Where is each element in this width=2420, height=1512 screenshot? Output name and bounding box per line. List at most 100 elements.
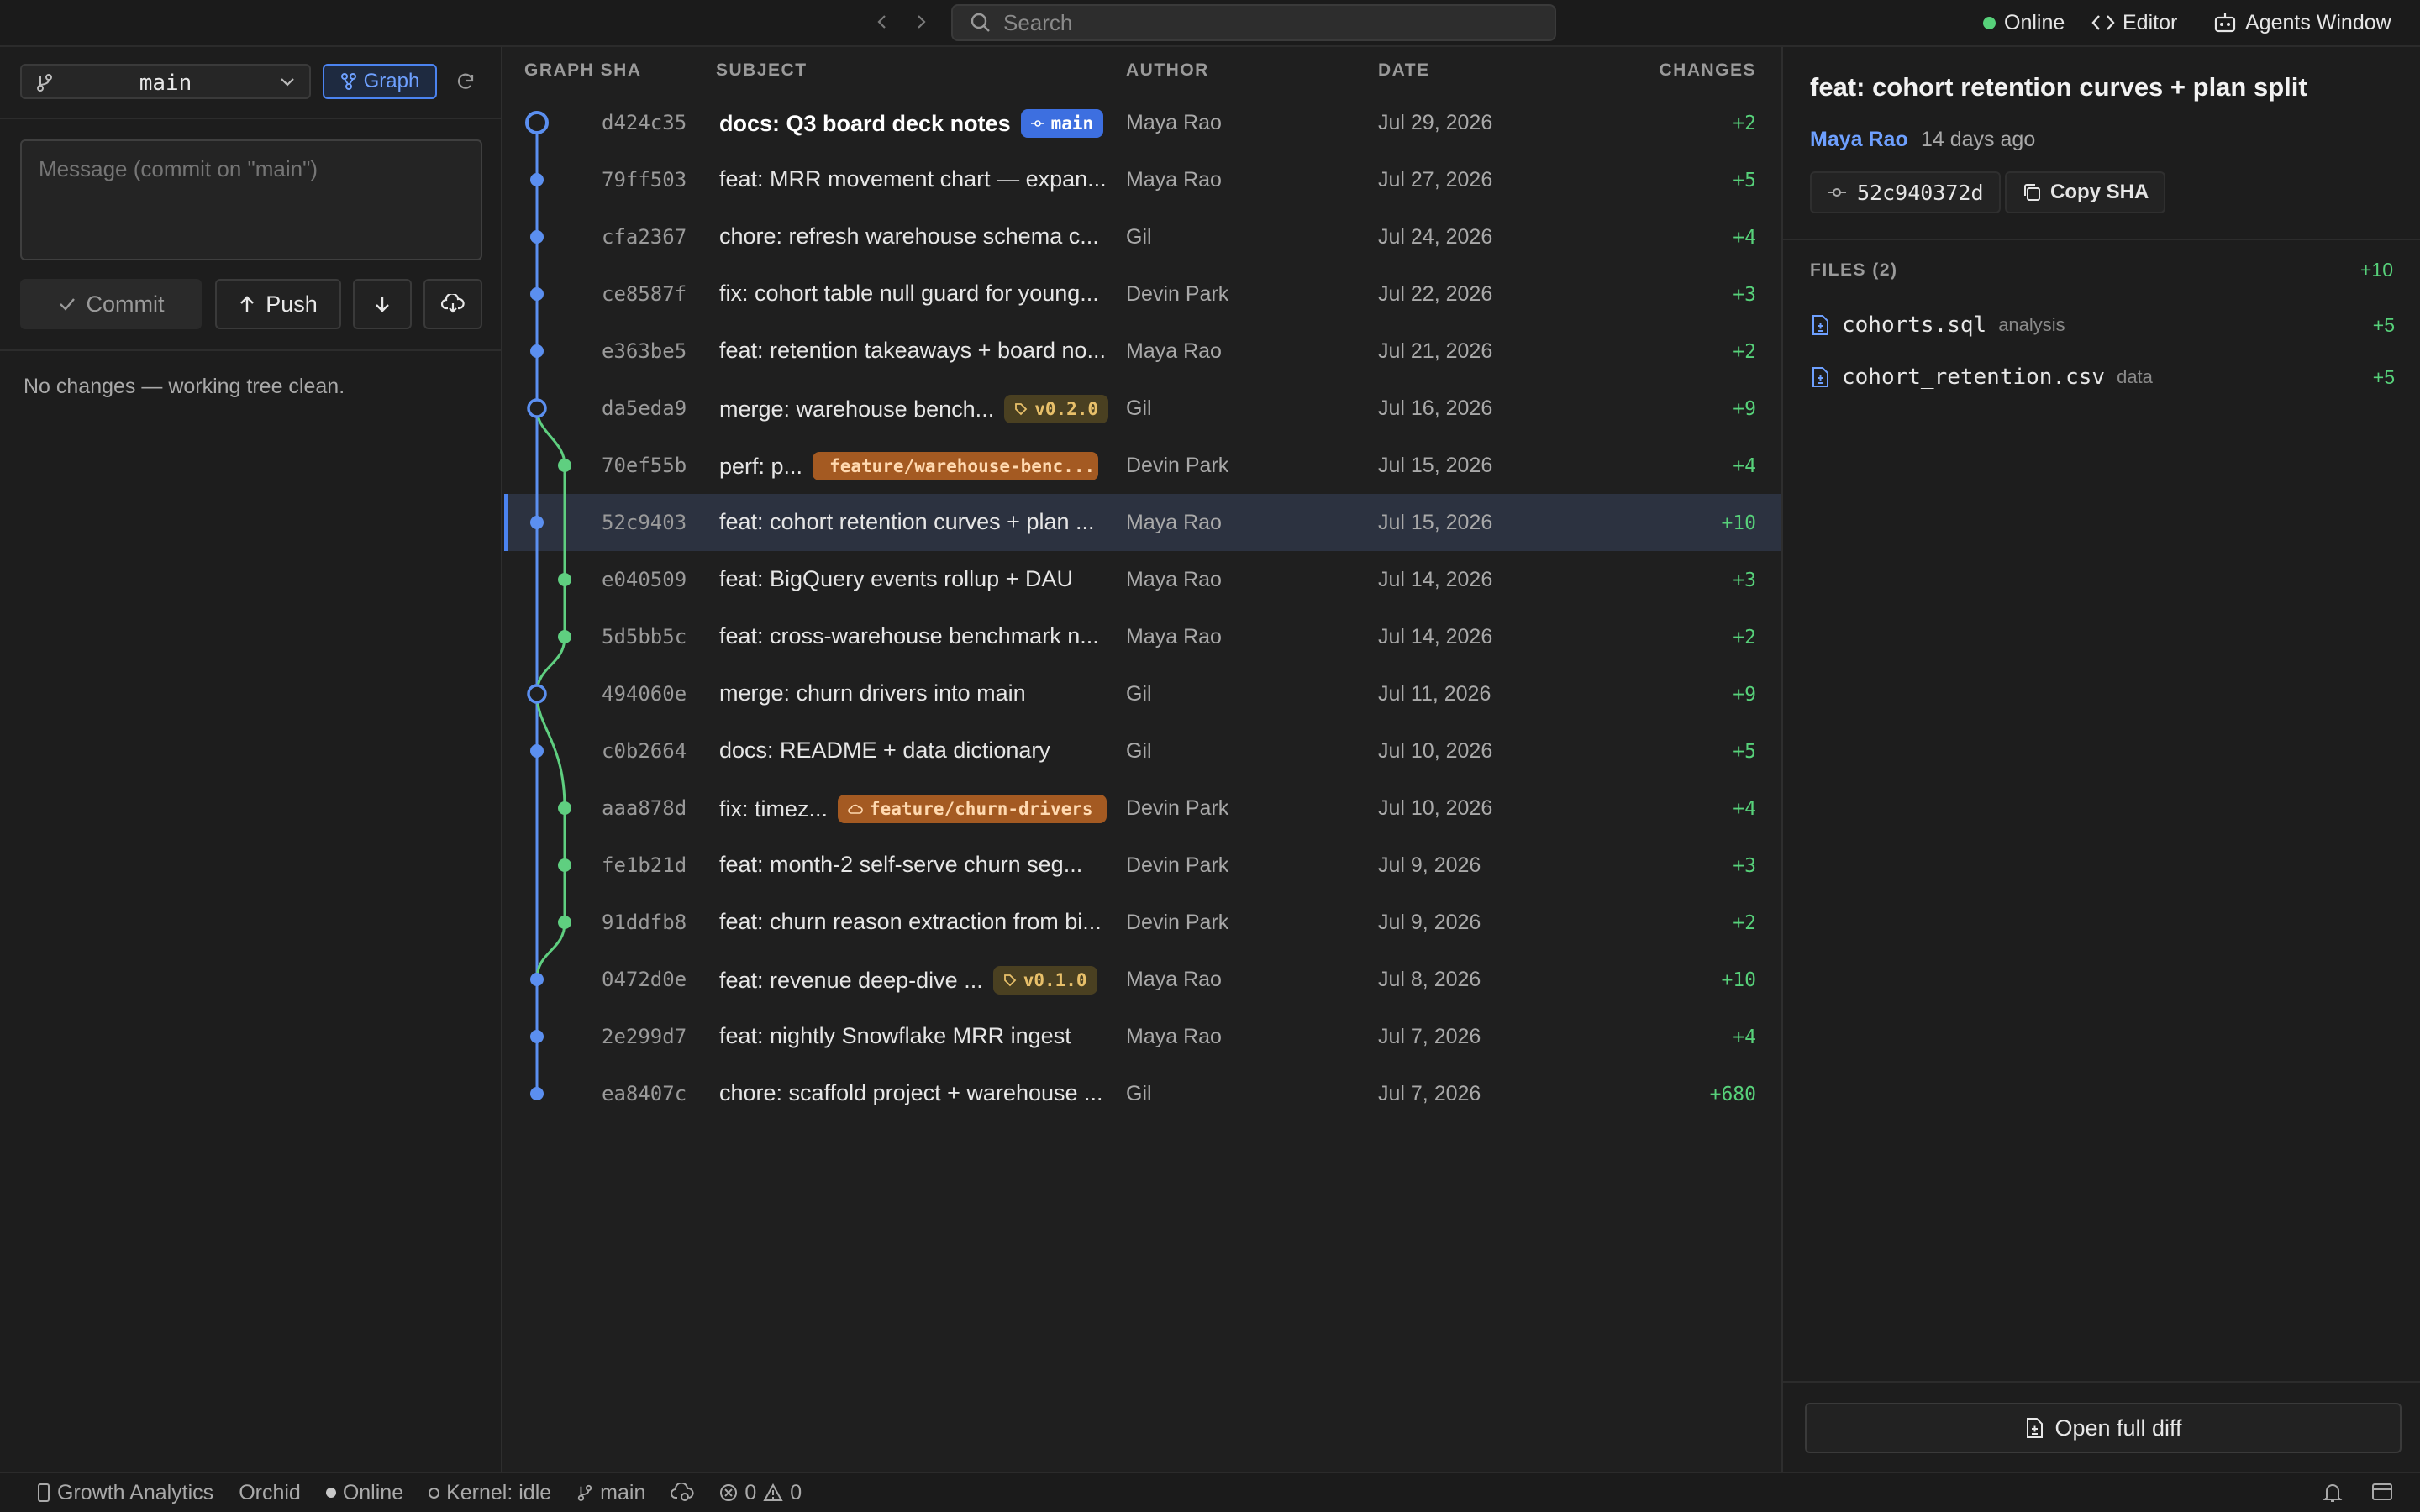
pull-button[interactable]	[353, 279, 412, 329]
commit-node[interactable]	[558, 573, 571, 586]
connection-status[interactable]: Online	[325, 1481, 403, 1505]
branch-head-badge[interactable]: main	[1020, 109, 1104, 138]
file-item[interactable]: cohorts.sql analysis +5	[1810, 304, 2395, 346]
commit-node[interactable]	[530, 1030, 544, 1043]
table-row[interactable]: ea8407c chore: scaffold project + warehou…	[504, 1065, 1781, 1122]
table-header: GRAPH SHA SUBJECT AUTHOR DATE CHANGES	[504, 47, 1781, 94]
commit-node[interactable]	[530, 344, 544, 358]
col-graph-sha[interactable]: GRAPH SHA	[524, 60, 642, 81]
col-date[interactable]: DATE	[1378, 60, 1430, 81]
forward-button[interactable]	[906, 7, 936, 37]
commit-node[interactable]	[558, 630, 571, 643]
graph-toggle-button[interactable]: Graph	[323, 64, 437, 99]
branch-indicator[interactable]: main	[576, 1481, 645, 1505]
fetch-button[interactable]	[424, 279, 482, 329]
layout-toggle-button[interactable]	[2371, 1482, 2393, 1508]
kernel-status[interactable]: Kernel: idle	[429, 1481, 551, 1505]
commit-subject-cell: feat: revenue deep-dive ... v0.1.0	[719, 966, 1114, 995]
open-full-diff-button[interactable]: Open full diff	[1805, 1403, 2402, 1453]
table-row[interactable]: cfa2367 chore: refresh warehouse schema c…	[504, 208, 1781, 265]
commit-icon	[1030, 120, 1044, 127]
table-row[interactable]: aaa878d fix: timez... feature/churn-driver…	[504, 780, 1781, 837]
table-row[interactable]: 0472d0e feat: revenue deep-dive ... v0.1.0…	[504, 951, 1781, 1008]
commit-subject-cell: fix: cohort table null guard for young..…	[719, 281, 1114, 307]
commit-sha-cell: 91ddfb8	[602, 911, 687, 934]
table-row[interactable]: e363be5 feat: retention takeaways + board…	[504, 323, 1781, 380]
table-row[interactable]: c0b2664 docs: README + data dictionary Gil…	[504, 722, 1781, 780]
commit-changes-cell: +3	[1733, 855, 1756, 877]
refresh-button[interactable]	[449, 64, 482, 99]
commit-graph-panel: GRAPH SHA SUBJECT AUTHOR DATE CHANGES d4…	[504, 47, 1781, 1472]
project-indicator[interactable]: Growth Analytics	[37, 1481, 213, 1505]
commit-node[interactable]	[527, 398, 547, 418]
sync-indicator[interactable]	[671, 1483, 694, 1503]
commit-changes-cell: +3	[1733, 570, 1756, 591]
commit-node[interactable]	[527, 684, 547, 704]
table-row[interactable]: da5eda9 merge: warehouse bench... v0.2.0 Gi…	[504, 380, 1781, 437]
push-button[interactable]: Push	[215, 279, 341, 329]
col-author[interactable]: AUTHOR	[1126, 60, 1209, 81]
table-row[interactable]: fe1b21d feat: month-2 self-serve churn se…	[504, 837, 1781, 894]
branch-badge[interactable]: feature/churn-drivers	[838, 795, 1107, 823]
commit-changes-cell: +5	[1733, 170, 1756, 192]
commit-node[interactable]	[558, 916, 571, 929]
commit-date-cell: Jul 16, 2026	[1378, 396, 1493, 420]
table-row[interactable]: e040509 feat: BigQuery events rollup + DA…	[504, 551, 1781, 608]
file-item[interactable]: cohort_retention.csv data +5	[1810, 356, 2395, 398]
table-row[interactable]: ce8587f fix: cohort table null guard for …	[504, 265, 1781, 323]
commit-node[interactable]	[530, 516, 544, 529]
commit-subject: feat: MRR movement chart — expan...	[719, 166, 1107, 192]
commit-button[interactable]: Commit	[20, 279, 202, 329]
table-row[interactable]: 79ff503 feat: MRR movement chart — expan.…	[504, 151, 1781, 208]
tag-badge[interactable]: v0.2.0	[1004, 395, 1109, 423]
commit-node[interactable]	[530, 287, 544, 301]
table-row[interactable]: 70ef55b perf: p... feature/warehouse-benc.…	[504, 437, 1781, 494]
commit-node[interactable]	[530, 1087, 544, 1100]
search-input[interactable]: Search	[951, 4, 1556, 41]
branch-badge[interactable]: feature/warehouse-benc...	[813, 452, 1099, 480]
search-icon	[971, 13, 990, 32]
table-row[interactable]: 2e299d7 feat: nightly Snowflake MRR inges…	[504, 1008, 1781, 1065]
commit-icon	[1828, 188, 1846, 197]
commit-node[interactable]	[530, 230, 544, 244]
branch-select[interactable]: main	[20, 64, 311, 99]
table-row[interactable]: 52c9403 feat: cohort retention curves + p…	[504, 494, 1781, 551]
kernel-circle-icon	[429, 1487, 440, 1499]
commit-author[interactable]: Maya Rao	[1810, 128, 1908, 152]
commit-node[interactable]	[558, 459, 571, 472]
notifications-button[interactable]	[2323, 1482, 2343, 1509]
table-row[interactable]: 494060e merge: churn drivers into main Gil…	[504, 665, 1781, 722]
commit-changes-cell: +4	[1733, 798, 1756, 820]
commit-node[interactable]	[530, 973, 544, 986]
commit-subject: docs: README + data dictionary	[719, 738, 1050, 763]
commit-author-cell: Gil	[1126, 225, 1152, 249]
tag-badge[interactable]: v0.1.0	[992, 966, 1097, 995]
branch-label: main	[600, 1480, 646, 1504]
col-changes[interactable]: CHANGES	[1659, 60, 1756, 81]
commit-node[interactable]	[530, 173, 544, 186]
commit-message-input[interactable]	[20, 139, 482, 260]
refresh-icon	[457, 73, 474, 89]
commit-node[interactable]	[558, 858, 571, 872]
back-button[interactable]	[867, 7, 897, 37]
file-dir: data	[2117, 366, 2153, 387]
commit-sha-cell: fe1b21d	[602, 853, 687, 877]
online-label: Online	[2004, 10, 2065, 34]
table-row[interactable]: 91ddfb8 feat: churn reason extraction fro…	[504, 894, 1781, 951]
copy-sha-button[interactable]: Copy SHA	[2005, 171, 2166, 213]
commit-date-cell: Jul 15, 2026	[1378, 454, 1493, 477]
agents-window-button[interactable]: Agents Window	[2213, 0, 2391, 45]
problems-indicator[interactable]: 0 0	[719, 1481, 802, 1505]
commit-sha[interactable]: 52c940372d	[1810, 171, 2001, 213]
branch-icon	[577, 1484, 592, 1501]
commit-subject-cell: perf: p... feature/warehouse-benc...	[719, 452, 1114, 480]
project-name: Growth Analytics	[57, 1480, 214, 1504]
commit-node[interactable]	[530, 744, 544, 758]
col-subject[interactable]: SUBJECT	[716, 60, 808, 81]
commit-node[interactable]	[525, 111, 549, 134]
commit-subject: feat: BigQuery events rollup + DAU	[719, 566, 1073, 591]
table-row[interactable]: d424c35 docs: Q3 board deck notes main Maya…	[504, 94, 1781, 151]
table-row[interactable]: 5d5bb5c feat: cross-warehouse benchmark n…	[504, 608, 1781, 665]
commit-node[interactable]	[558, 801, 571, 815]
editor-button[interactable]: Editor	[2091, 0, 2177, 45]
